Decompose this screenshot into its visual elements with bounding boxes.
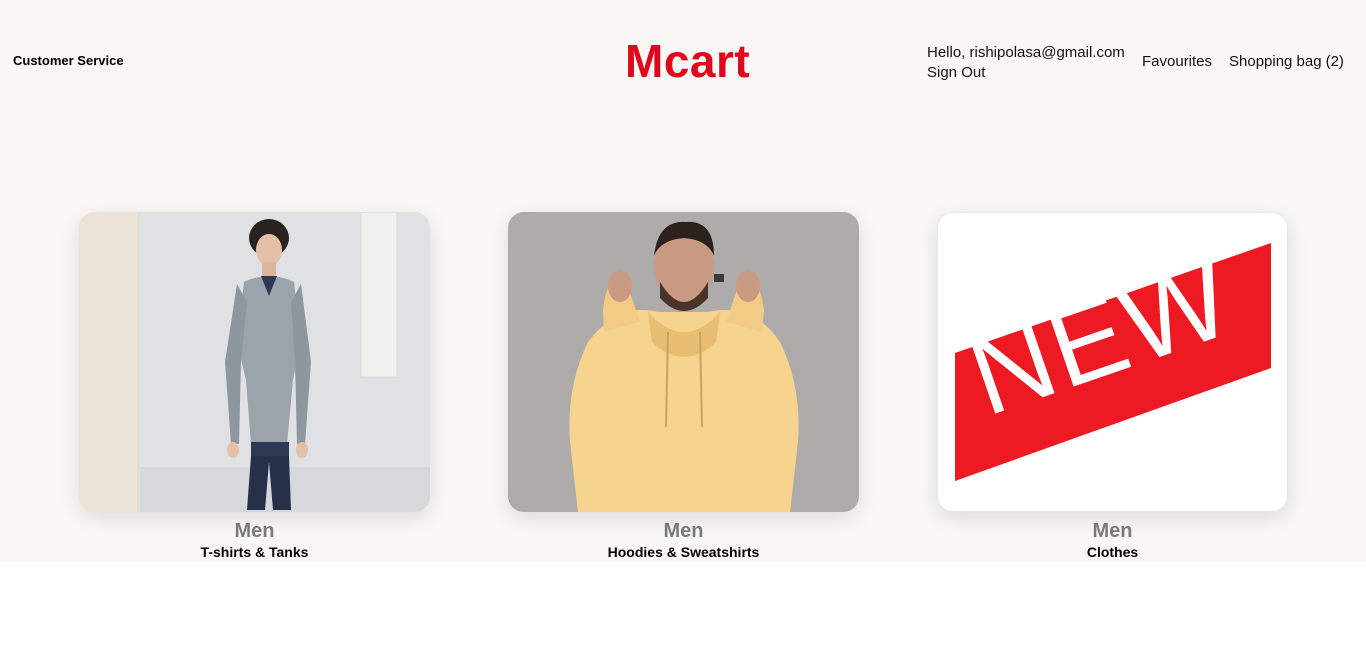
- new-banner-graphic: NEW: [938, 213, 1287, 511]
- man-grey-sweater-image: [79, 212, 430, 512]
- card-category: Men: [1092, 520, 1133, 542]
- category-card-clothes[interactable]: NEW Men Clothes: [937, 212, 1288, 561]
- site-logo[interactable]: Mcart: [625, 38, 750, 84]
- man-yellow-hoodie-image: [508, 212, 859, 512]
- shopping-bag-label: Shopping bag: [1229, 53, 1322, 70]
- card-subcategory[interactable]: Clothes: [937, 543, 1288, 561]
- new-banner-image[interactable]: NEW: [937, 212, 1288, 512]
- page-body: Customer Service Mcart Hello, rishipolas…: [0, 0, 1366, 562]
- card-subcategory[interactable]: T-shirts & Tanks: [79, 543, 430, 561]
- category-card-hoodies[interactable]: Men Hoodies & Sweatshirts: [508, 212, 859, 561]
- account-menu: Hello, rishipolasa@gmail.com Sign Out: [927, 43, 1125, 83]
- user-greeting: Hello, rishipolasa@gmail.com: [927, 44, 1125, 61]
- bag-count-badge: (2): [1325, 53, 1344, 70]
- man-grey-sweater-photo[interactable]: [79, 212, 430, 512]
- card-category: Men: [663, 520, 704, 542]
- card-subcategory[interactable]: Hoodies & Sweatshirts: [508, 543, 859, 561]
- category-card-tshirts[interactable]: Men T-shirts & Tanks: [79, 212, 430, 561]
- sign-out-link[interactable]: Sign Out: [927, 63, 1125, 83]
- card-category: Men: [234, 520, 275, 542]
- favourites-link[interactable]: Favourites: [1142, 53, 1212, 70]
- man-yellow-hoodie-photo[interactable]: [508, 212, 859, 512]
- shopping-bag-link[interactable]: Shopping bag (2): [1229, 53, 1344, 70]
- customer-service-link[interactable]: Customer Service: [13, 53, 124, 68]
